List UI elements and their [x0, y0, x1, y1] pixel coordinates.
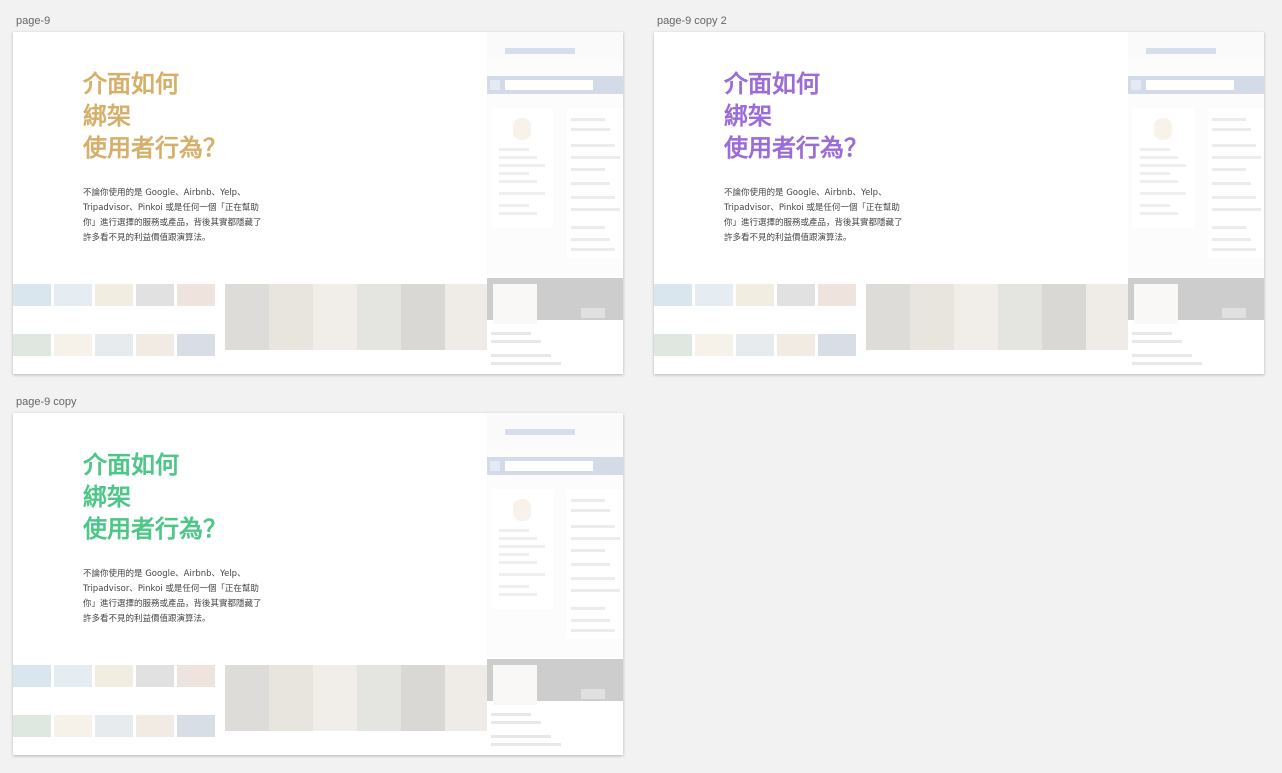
mock-photo-strip: [866, 284, 1130, 354]
body-line-4: 許多看不見的利益價值跟演算法。: [83, 233, 211, 243]
photo: [357, 665, 401, 731]
thumbnail: [654, 334, 692, 356]
thumbnail: [13, 334, 51, 356]
photo: [401, 284, 445, 350]
body-line-3: 你」進行選擇的服務或產品，背後其實都隱藏了: [83, 599, 262, 609]
mock-photo-strip: [225, 665, 489, 735]
artboard-page-9-copy-2[interactable]: 介面如何 綁架 使用者行為？ 不論你使用的是 Google、Airbnb、Yel…: [654, 32, 1264, 374]
artboard-page-9-copy[interactable]: 介面如何 綁架 使用者行為？ 不論你使用的是 Google、Airbnb、Yel…: [13, 413, 623, 755]
thumbnail: [13, 715, 51, 737]
headline-line-3: 使用者行為？: [724, 134, 868, 162]
thumbnail: [54, 715, 92, 737]
thumbnail: [95, 665, 133, 687]
photo: [1086, 284, 1130, 350]
thumbnail: [777, 334, 815, 356]
headline-line-1: 介面如何: [83, 451, 179, 479]
thumbnail: [54, 334, 92, 356]
photo: [954, 284, 998, 350]
photo: [357, 284, 401, 350]
headline-line-3: 使用者行為？: [83, 134, 227, 162]
photo: [445, 284, 489, 350]
headline-line-1: 介面如何: [724, 70, 820, 98]
thumbnail: [736, 284, 774, 306]
thumbnail: [177, 284, 215, 306]
thumbnail: [818, 284, 856, 306]
photo: [866, 284, 910, 350]
thumbnail: [95, 715, 133, 737]
body-line-4: 許多看不見的利益價值跟演算法。: [83, 614, 211, 624]
mock-thumbnail-grid: [654, 284, 856, 374]
artboard-label[interactable]: page-9 copy 2: [657, 15, 727, 27]
photo: [269, 665, 313, 731]
avatar: [513, 499, 531, 521]
thumbnail: [177, 715, 215, 737]
body-text: 不論你使用的是 Google、Airbnb、Yelp、 Tripadvisor、…: [83, 567, 283, 627]
thumbnail: [736, 334, 774, 356]
mock-video-panel: [487, 278, 623, 374]
headline-line-1: 介面如何: [83, 70, 179, 98]
mock-thumbnail-grid: [13, 665, 215, 755]
thumbnail: [654, 284, 692, 306]
thumbnail: [136, 665, 174, 687]
thumbnail: [13, 665, 51, 687]
body-line-1: 不論你使用的是 Google、Airbnb、Yelp、: [83, 569, 246, 579]
headline: 介面如何 綁架 使用者行為？: [83, 68, 227, 164]
artboard-label[interactable]: page-9: [16, 15, 50, 27]
mock-website: [1128, 32, 1264, 276]
avatar: [513, 118, 531, 140]
body-text: 不論你使用的是 Google、Airbnb、Yelp、 Tripadvisor、…: [83, 186, 283, 246]
thumbnail: [13, 284, 51, 306]
body-line-4: 許多看不見的利益價值跟演算法。: [724, 233, 852, 243]
body-line-3: 你」進行選擇的服務或產品，背後其實都隱藏了: [83, 218, 262, 228]
thumbnail: [54, 665, 92, 687]
thumbnail: [136, 284, 174, 306]
photo: [1042, 284, 1086, 350]
photo: [313, 665, 357, 731]
photo: [445, 665, 489, 731]
thumbnail: [95, 284, 133, 306]
mock-video-panel: [1128, 278, 1264, 374]
artboard-page-9[interactable]: 介面如何 綁架 使用者行為？ 不論你使用的是 Google、Airbnb、Yel…: [13, 32, 623, 374]
photo: [225, 284, 269, 350]
photo: [225, 665, 269, 731]
photo: [910, 284, 954, 350]
thumbnail: [136, 334, 174, 356]
mock-website: [487, 413, 623, 657]
body-line-2: Tripadvisor、Pinkoi 或是任何一個「正在幫助: [724, 203, 900, 213]
thumbnail: [695, 284, 733, 306]
headline: 介面如何 綁架 使用者行為？: [724, 68, 868, 164]
mock-thumbnail-grid: [13, 284, 215, 374]
avatar: [1154, 118, 1172, 140]
headline-line-2: 綁架: [724, 102, 772, 130]
mock-website: [487, 32, 623, 276]
headline-line-3: 使用者行為？: [83, 515, 227, 543]
photo: [269, 284, 313, 350]
body-line-1: 不論你使用的是 Google、Airbnb、Yelp、: [83, 188, 246, 198]
thumbnail: [818, 334, 856, 356]
thumbnail: [695, 334, 733, 356]
thumbnail: [177, 665, 215, 687]
headline-line-2: 綁架: [83, 483, 131, 511]
thumbnail: [136, 715, 174, 737]
headline-line-2: 綁架: [83, 102, 131, 130]
thumbnail: [177, 334, 215, 356]
headline: 介面如何 綁架 使用者行為？: [83, 449, 227, 545]
photo: [998, 284, 1042, 350]
body-line-2: Tripadvisor、Pinkoi 或是任何一個「正在幫助: [83, 203, 259, 213]
body-line-2: Tripadvisor、Pinkoi 或是任何一個「正在幫助: [83, 584, 259, 594]
body-text: 不論你使用的是 Google、Airbnb、Yelp、 Tripadvisor、…: [724, 186, 924, 246]
thumbnail: [95, 334, 133, 356]
thumbnail: [777, 284, 815, 306]
body-line-1: 不論你使用的是 Google、Airbnb、Yelp、: [724, 188, 887, 198]
photo: [313, 284, 357, 350]
mock-video-panel: [487, 659, 623, 755]
photo: [401, 665, 445, 731]
body-line-3: 你」進行選擇的服務或產品，背後其實都隱藏了: [724, 218, 903, 228]
thumbnail: [54, 284, 92, 306]
mock-photo-strip: [225, 284, 489, 354]
artboard-label[interactable]: page-9 copy: [16, 396, 77, 408]
